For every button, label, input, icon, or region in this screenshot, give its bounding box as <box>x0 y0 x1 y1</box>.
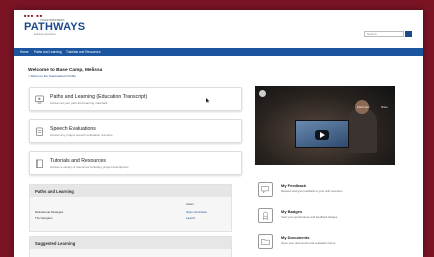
logo-tagline: learning experience <box>34 33 56 36</box>
card-tutorials-and-resources[interactable]: Tutorials and Resources Access a variety… <box>29 151 242 175</box>
card-title: Paths and Learning (Education Transcript… <box>50 94 148 100</box>
clipboard-icon <box>36 127 43 136</box>
open-curriculum-link[interactable]: Open Curriculum <box>186 210 207 214</box>
mouse-cursor-icon <box>206 98 210 103</box>
my-feedback-link[interactable]: My Feedback Request and give feedback to… <box>258 182 418 202</box>
path-name: Motivational Strategies <box>35 210 64 214</box>
card-paths-and-learning[interactable]: Paths and Learning (Education Transcript… <box>29 87 242 111</box>
card-speech-evaluations[interactable]: Speech Evaluations Access any project sp… <box>29 119 242 143</box>
monitor-play-icon <box>35 95 44 104</box>
main-nav: Home Paths and Learning Tutorials and Re… <box>14 48 423 56</box>
book-icon <box>36 159 43 168</box>
chat-bubble-icon <box>258 182 273 197</box>
card-title: Tutorials and Resources <box>50 158 107 164</box>
panel-title: Paths and Learning <box>30 185 231 197</box>
my-badges-link[interactable]: My Badges View your performance and feed… <box>258 208 418 228</box>
search-input[interactable]: Search <box>364 31 404 37</box>
launch-link[interactable]: Launch <box>186 216 195 220</box>
video-person <box>347 108 377 153</box>
page-title: Welcome to Base Camp, Melissa <box>28 68 103 73</box>
link-title: My Documents <box>281 235 310 240</box>
nav-item-home[interactable]: Home <box>20 50 29 54</box>
my-documents-link[interactable]: My Documents Open your documents and eva… <box>258 234 418 254</box>
nav-item-paths[interactable]: Paths and Learning <box>34 50 62 54</box>
browser-screen: ■■■ ■■ TOASTMASTERS PATHWAYS learning ex… <box>14 10 423 257</box>
paths-and-learning-panel: Paths and Learning Action Motivational S… <box>29 184 232 232</box>
card-description: Access all your path and learning materi… <box>50 101 108 105</box>
pathways-logo[interactable]: ■■■ ■■ TOASTMASTERS PATHWAYS learning ex… <box>24 14 104 38</box>
site-header: ■■■ ■■ TOASTMASTERS PATHWAYS learning ex… <box>14 10 423 40</box>
play-icon[interactable] <box>315 130 329 140</box>
link-title: My Badges <box>281 209 303 214</box>
link-description: Open your documents and evaluation forms <box>281 241 336 245</box>
search-button[interactable] <box>405 31 412 37</box>
badge-icon <box>258 208 273 223</box>
path-name: The Navigator <box>35 216 53 220</box>
nav-item-tutorials[interactable]: Tutorials and Resources <box>66 50 100 54</box>
channel-avatar <box>259 90 266 97</box>
folder-icon <box>258 234 273 249</box>
share-label[interactable]: Share <box>381 106 388 109</box>
link-description: Request and give feedback to your club m… <box>281 189 343 193</box>
card-title: Speech Evaluations <box>50 126 96 132</box>
suggested-learning-panel: Suggested Learning <box>29 236 232 257</box>
link-title: My Feedback <box>281 183 307 188</box>
watch-later-label[interactable]: Watch later <box>357 106 370 109</box>
video-player[interactable]: Watch later Share <box>255 86 395 165</box>
link-description: View your performance and feedback badge… <box>281 215 338 219</box>
action-column-header: Action <box>186 202 194 206</box>
return-profile-link[interactable]: < Return to the Toastmasters Profile <box>28 74 76 78</box>
logo-main-text: PATHWAYS <box>24 21 86 33</box>
panel-title: Suggested Learning <box>30 237 231 249</box>
card-description: Access a variety of resources including … <box>50 165 129 169</box>
card-description: Access any project speech evaluation res… <box>50 133 113 137</box>
